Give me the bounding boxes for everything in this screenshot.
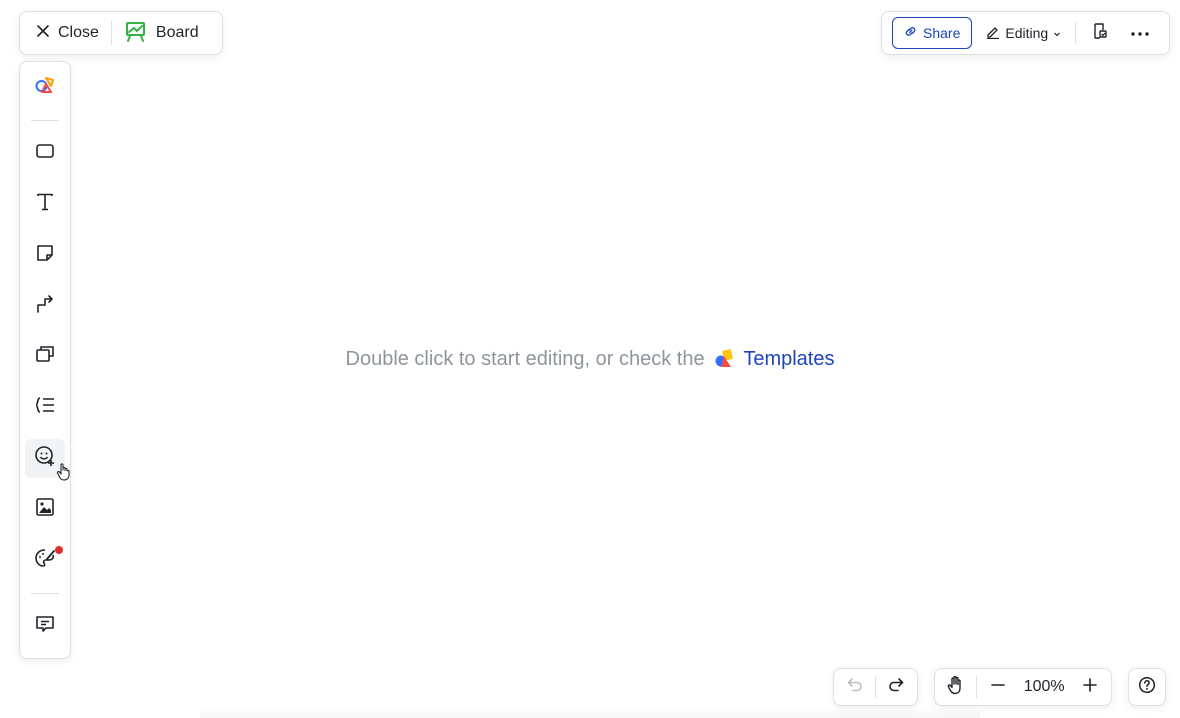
canvas-bottom-edge [200,708,980,718]
divider [875,676,876,698]
text-icon [35,192,55,217]
minus-icon [990,677,1006,698]
sticky-note-tool[interactable] [25,236,65,275]
plus-icon [1082,677,1098,698]
zoom-out-button[interactable] [981,672,1014,702]
edit-mode-label: Editing [1005,25,1049,41]
shapes-color-icon [34,74,56,101]
undo-icon [846,676,864,699]
templates-icon [714,348,736,374]
toolbar-divider [31,119,59,121]
image-icon [35,497,55,522]
board-icon [124,20,148,47]
help-bar [1128,668,1166,706]
sticker-tool[interactable] [25,439,65,479]
question-circle-icon [1138,676,1156,699]
redo-icon [887,676,905,699]
hint-text: Double click to start editing, or check … [345,348,705,370]
brush-tool[interactable] [25,541,65,580]
history-bar [833,668,918,706]
mindmap-tool[interactable] [25,388,65,427]
undo-button[interactable] [838,672,871,702]
mindmap-icon [34,395,56,420]
templates-link[interactable]: Templates [743,348,834,370]
zoom-bar: 100% [934,668,1112,706]
more-button[interactable] [1124,17,1156,49]
board-title-button[interactable]: Board [116,17,207,49]
image-tool[interactable] [25,490,65,529]
link-icon [904,25,917,41]
text-tool[interactable] [25,185,65,224]
rectangle-icon [35,141,55,166]
close-button[interactable]: Close [28,17,107,49]
close-label: Close [58,24,99,41]
more-horizontal-icon [1130,24,1150,42]
top-left-bar: Close Board [19,11,223,55]
sticky-note-icon [35,243,55,268]
connector-arrow-icon [35,294,55,319]
redo-button[interactable] [880,672,913,702]
share-button[interactable]: Share [892,17,973,49]
hand-icon [947,675,965,700]
shapes-library-tool[interactable] [25,68,65,107]
pencil-icon [986,25,1000,42]
edit-mode-dropdown[interactable]: Editing [980,17,1067,49]
share-label: Share [923,25,961,41]
top-right-bar: Share Editing [881,11,1170,55]
toolbar-divider [31,593,59,594]
emoji-add-icon [34,445,56,472]
hand-tool-button[interactable] [939,672,972,702]
notification-dot [55,546,63,555]
divider [1075,22,1077,44]
document-settings-button[interactable] [1084,17,1116,49]
chevron-down-icon [1053,25,1061,41]
empty-canvas-hint: Double click to start editing, or check … [0,348,1180,374]
divider [976,676,978,698]
help-button[interactable] [1130,672,1164,702]
comment-tool[interactable] [25,607,65,646]
close-icon [36,24,50,43]
rectangle-tool[interactable] [25,134,65,173]
document-settings-icon [1091,22,1109,45]
connector-tool[interactable] [25,287,65,326]
zoom-level[interactable]: 100% [1019,678,1070,696]
comment-icon [35,614,55,639]
board-label: Board [155,24,199,41]
divider [110,21,112,45]
palette-icon [34,547,56,574]
zoom-in-button[interactable] [1074,672,1107,702]
